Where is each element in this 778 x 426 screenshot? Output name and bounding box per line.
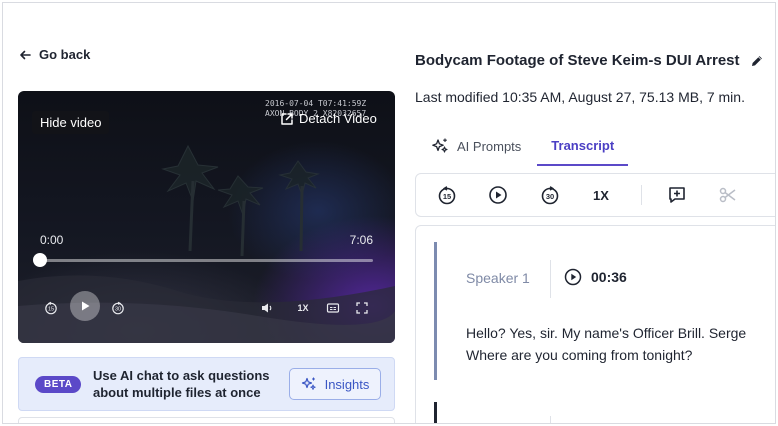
arrow-left-icon [20, 50, 31, 59]
forward-30-button[interactable]: 30 [535, 174, 565, 216]
detach-video-label: Detach Video [299, 111, 377, 126]
duration: 7:06 [349, 233, 373, 247]
rewind-15-icon: 15 [45, 301, 57, 315]
hide-video-button[interactable]: Hide video [32, 111, 110, 134]
svg-text:30: 30 [546, 192, 554, 201]
go-back-label: Go back [39, 47, 91, 62]
tab-ai-prompts[interactable]: AI Prompts [415, 127, 537, 165]
toolbar-divider [641, 185, 642, 205]
play-circle-icon [564, 268, 582, 286]
insights-button-label: Insights [324, 376, 370, 392]
add-comment-button[interactable] [662, 174, 692, 216]
pencil-icon[interactable] [750, 54, 764, 68]
segment-time-label: 00:36 [591, 269, 627, 285]
external-link-icon [281, 112, 293, 125]
insights-button[interactable]: Insights [289, 368, 381, 400]
detach-video-button[interactable]: Detach Video [280, 111, 377, 126]
go-back-link[interactable]: Go back [19, 47, 90, 62]
file-title-text: Bodycam Footage of Steve Keim-s DUI Arre… [415, 52, 740, 69]
scissors-icon [719, 187, 736, 203]
playback-speed-button[interactable]: 1X [586, 174, 616, 216]
rewind-15-button[interactable]: 15 [42, 299, 60, 317]
cut-button[interactable] [713, 174, 743, 216]
video-progress-knob[interactable] [33, 253, 47, 267]
volume-icon [262, 303, 272, 313]
app-window: Go back 2016-07-04 T07:41:59Z AXON BODY … [2, 2, 776, 424]
tab-ai-prompts-label: AI Prompts [457, 138, 522, 154]
forward-30-icon: 30 [541, 186, 559, 205]
file-metadata: Last modified 10:35 AM, August 27, 75.13… [415, 89, 745, 105]
rewind-15-icon: 15 [438, 186, 456, 205]
video-progress-bar[interactable] [33, 253, 373, 267]
forward-30-icon: 30 [112, 301, 124, 315]
insights-promo-text: Use AI chat to ask questions about multi… [93, 368, 270, 400]
next-segment-separator [550, 416, 551, 423]
left-bottom-card [18, 417, 395, 423]
fullscreen-button[interactable] [353, 299, 371, 317]
tab-transcript-label: Transcript [551, 138, 615, 153]
sparkles-icon [432, 138, 448, 153]
sparkles-icon [301, 377, 316, 390]
forward-30-button[interactable]: 30 [109, 299, 127, 317]
add-comment-icon [669, 187, 685, 203]
play-button[interactable] [70, 291, 100, 321]
content-tabs: AI Prompts Transcript [415, 127, 775, 167]
tab-transcript[interactable]: Transcript [537, 127, 629, 166]
segment-text-line-2: Where are you coming from tonight? [466, 347, 693, 363]
svg-text:30: 30 [115, 307, 121, 313]
captions-button[interactable] [324, 299, 342, 317]
play-icon [82, 301, 90, 311]
rewind-15-button[interactable]: 15 [432, 174, 462, 216]
playback-speed-button[interactable]: 1X [293, 299, 313, 317]
segment-text: Hello? Yes, sir. My name's Officer Brill… [466, 322, 775, 366]
play-button[interactable] [483, 174, 513, 216]
current-time: 0:00 [40, 233, 64, 247]
transcript-toolbar: 15 30 1X [415, 173, 775, 217]
segment-text-line-1: Hello? Yes, sir. My name's Officer Brill… [466, 325, 747, 341]
timestamp-line-1: 2016-07-04 T07:41:59Z [265, 99, 367, 108]
beta-badge: BETA [35, 376, 82, 393]
insights-promo-card: BETA Use AI chat to ask questions about … [18, 357, 395, 411]
segment-separator [550, 260, 551, 298]
segment-indicator [434, 242, 437, 380]
play-icon [489, 186, 507, 204]
svg-text:15: 15 [443, 192, 451, 201]
transcript-panel: Speaker 1 00:36 Hello? Yes, sir. My name… [415, 225, 775, 423]
next-segment-indicator [434, 402, 437, 423]
video-player[interactable]: 2016-07-04 T07:41:59Z AXON BODY 2 X82032… [18, 91, 395, 343]
volume-button[interactable] [258, 299, 276, 317]
fullscreen-icon [356, 302, 368, 314]
segment-timestamp[interactable]: 00:36 [564, 268, 627, 286]
svg-text:15: 15 [48, 307, 54, 313]
speaker-label[interactable]: Speaker 1 [466, 270, 530, 286]
file-title: Bodycam Footage of Steve Keim-s DUI Arre… [415, 52, 764, 69]
captions-icon [326, 303, 340, 313]
